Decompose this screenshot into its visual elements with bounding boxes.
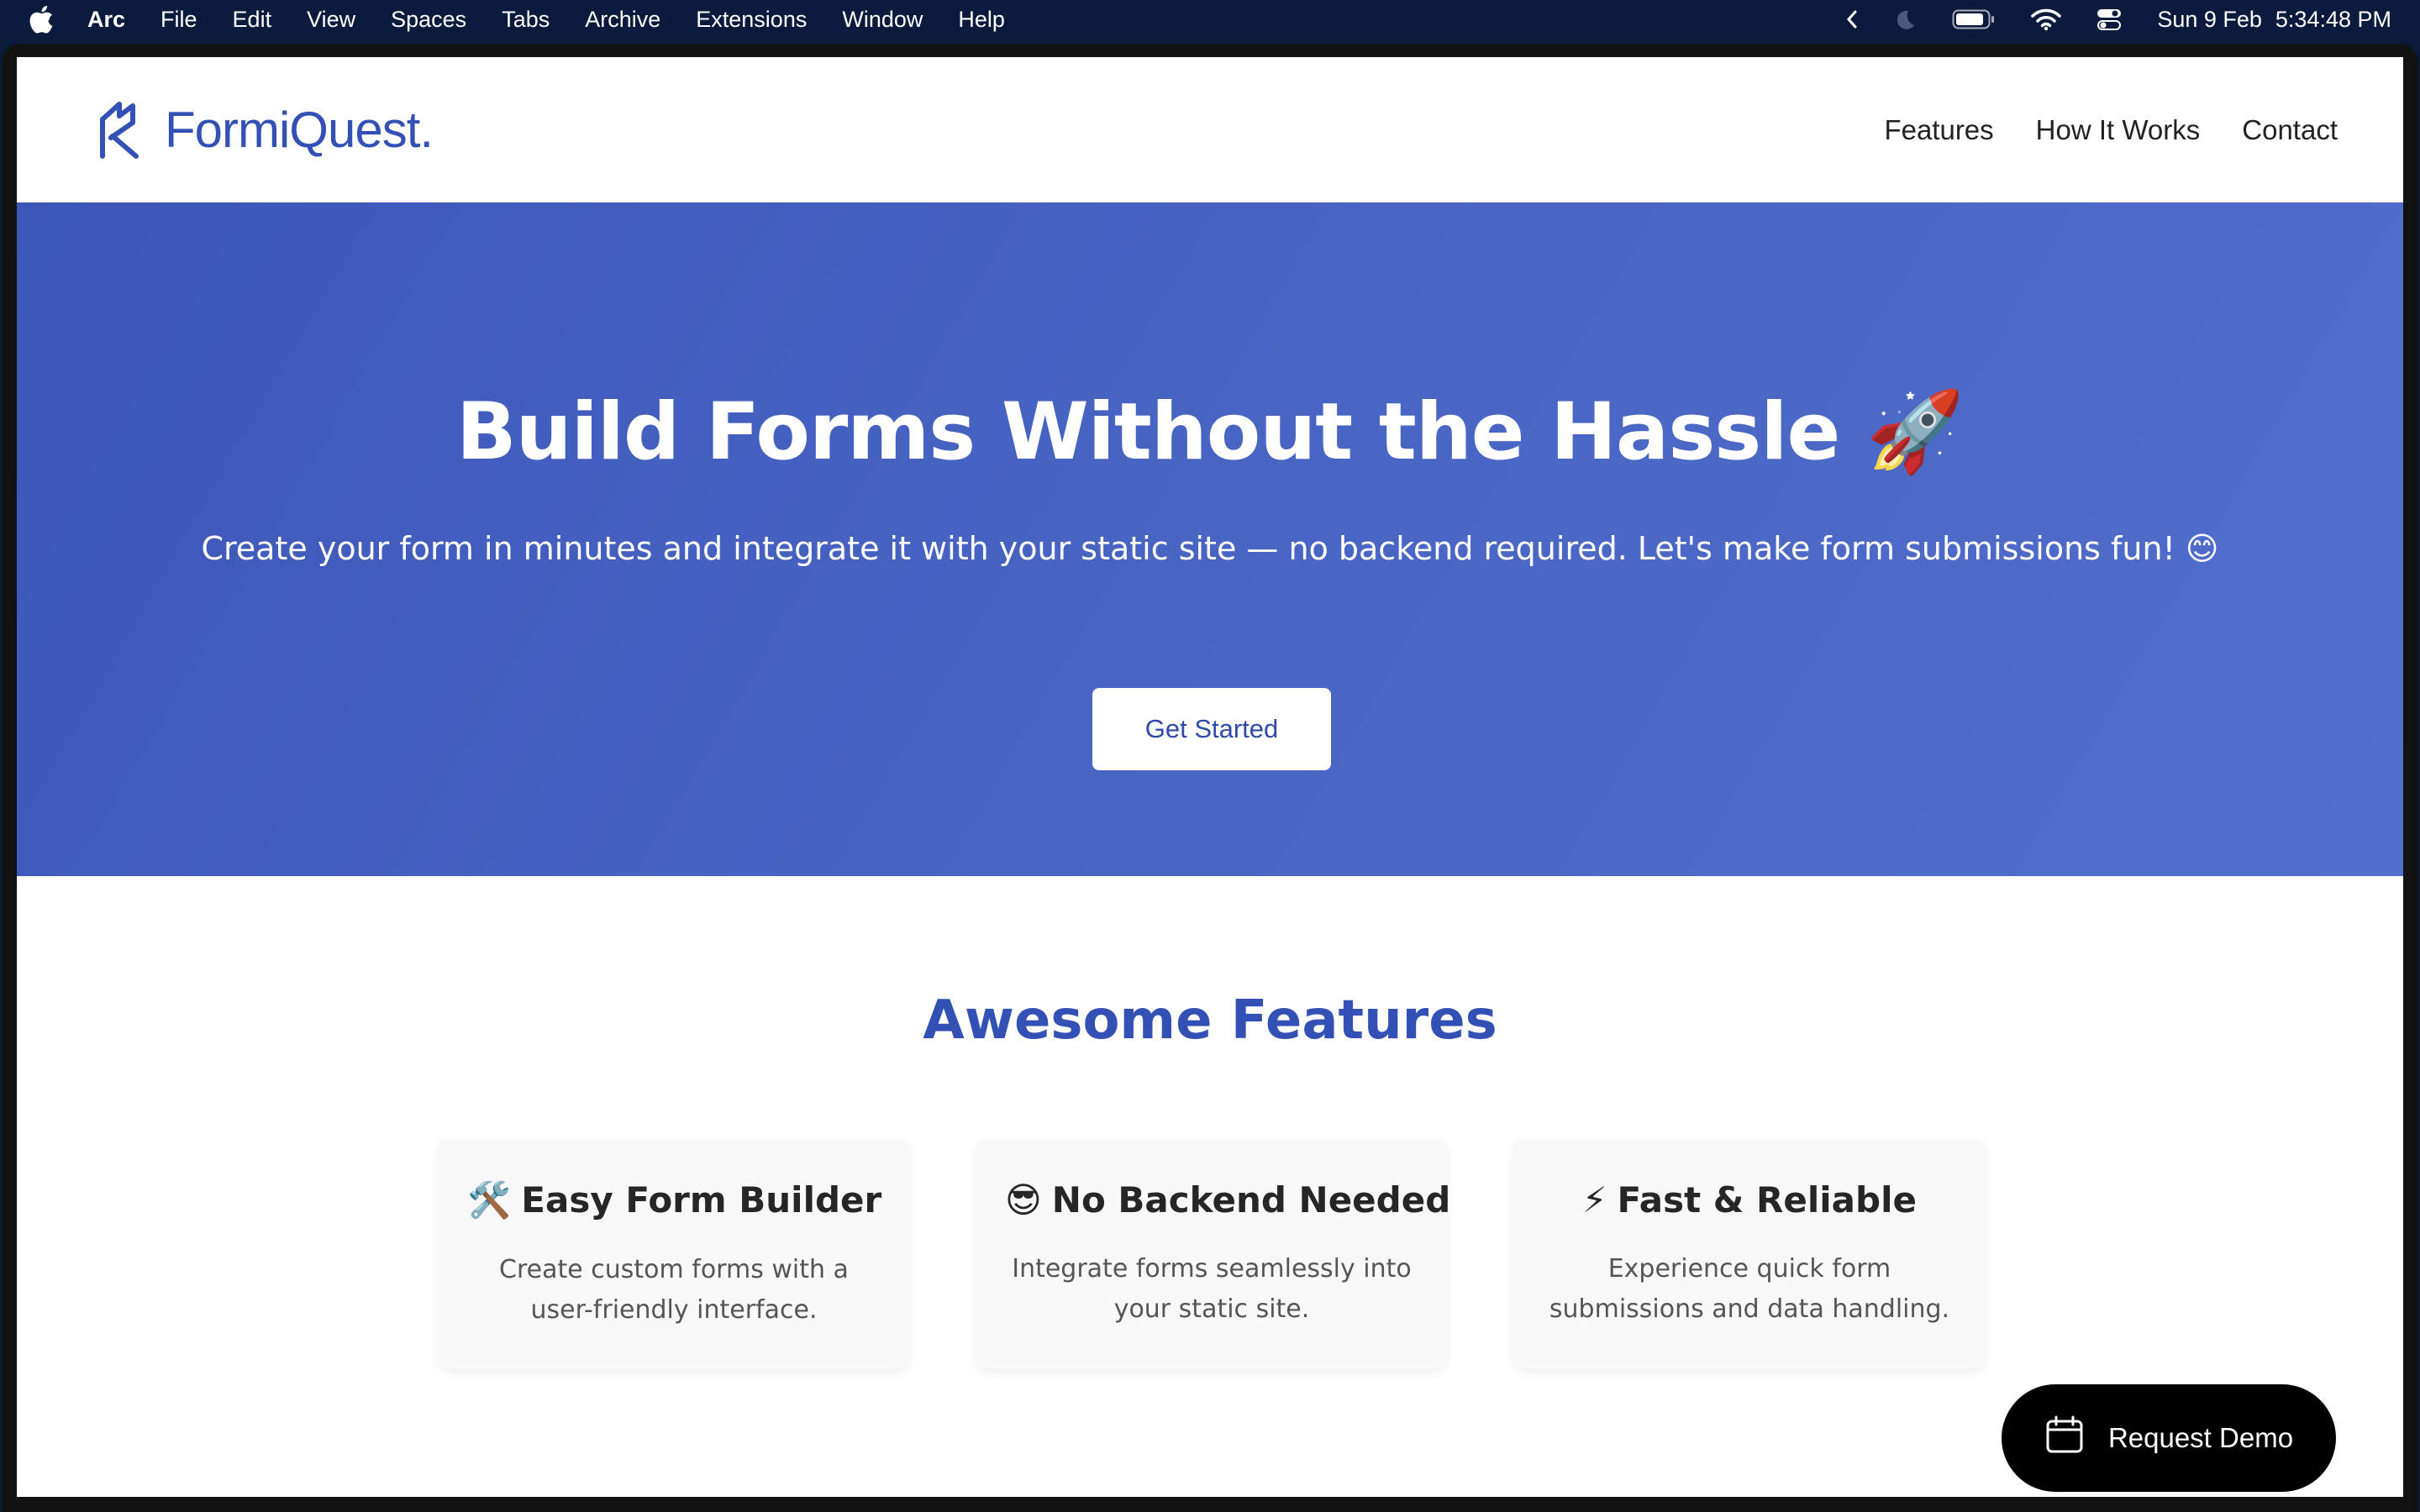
menu-window[interactable]: Window xyxy=(842,7,923,33)
hero-title: Build Forms Without the Hassle 🚀 xyxy=(456,386,1965,478)
nav-features[interactable]: Features xyxy=(1884,114,1993,146)
menu-clock[interactable]: Sun 9 Feb 5:34:48 PM xyxy=(2157,7,2391,33)
feature-card-description: Create custom forms with a user-friendly… xyxy=(499,1255,849,1325)
nav-how-it-works[interactable]: How It Works xyxy=(2036,114,2201,146)
clock-time: 5:34:48 PM xyxy=(2275,6,2391,32)
menu-archive[interactable]: Archive xyxy=(585,7,660,33)
feature-card-description: Integrate forms seamlessly into your sta… xyxy=(1012,1254,1412,1324)
feature-card-easy-form-builder: 🛠️ Easy Form Builder Create custom forms … xyxy=(439,1139,909,1369)
tools-icon: 🛠️ xyxy=(467,1179,512,1221)
menu-bar: Arc File Edit View Spaces Tabs Archive E… xyxy=(0,0,2420,39)
menu-app-arc[interactable]: Arc xyxy=(87,7,125,33)
site-logo[interactable]: FormiQuest. xyxy=(94,97,434,163)
control-center-icon[interactable] xyxy=(2096,8,2122,31)
feature-card-no-backend: 😎 No Backend Needed Integrate forms seaml… xyxy=(976,1139,1451,1369)
nav-contact[interactable]: Contact xyxy=(2242,114,2338,146)
menu-edit[interactable]: Edit xyxy=(233,7,272,33)
battery-icon[interactable] xyxy=(1952,8,1996,30)
clock-date: Sun 9 Feb xyxy=(2157,6,2262,32)
chevron-left-icon[interactable] xyxy=(1846,9,1858,29)
feature-card-title: 😎 No Backend Needed xyxy=(1005,1179,1451,1221)
apple-logo-icon[interactable] xyxy=(29,5,54,34)
menu-file[interactable]: File xyxy=(160,7,197,33)
feature-card-title: 🛠️ Easy Form Builder xyxy=(467,1179,882,1221)
menu-tabs[interactable]: Tabs xyxy=(502,7,550,33)
menu-help[interactable]: Help xyxy=(958,7,1005,33)
features-title: Awesome Features xyxy=(923,990,1497,1052)
sunglasses-face-icon: 😎 xyxy=(1005,1179,1042,1221)
web-page: FormiQuest. Features How It Works Contac… xyxy=(17,57,2403,1497)
feature-card-description: Experience quick form submissions and da… xyxy=(1549,1254,1950,1324)
menu-extensions[interactable]: Extensions xyxy=(696,7,807,33)
browser-window: FormiQuest. Features How It Works Contac… xyxy=(2,44,2418,1512)
hero-subtitle: Create your form in minutes and integrat… xyxy=(201,530,2219,567)
calendar-icon xyxy=(2044,1415,2085,1462)
main-nav: Features How It Works Contact xyxy=(1884,114,2338,146)
site-header: FormiQuest. Features How It Works Contac… xyxy=(17,57,2403,202)
request-demo-button[interactable]: Request Demo xyxy=(2002,1384,2336,1492)
menu-spaces[interactable]: Spaces xyxy=(391,7,466,33)
menu-view[interactable]: View xyxy=(307,7,355,33)
hero-section: Build Forms Without the Hassle 🚀 Create … xyxy=(17,202,2403,876)
request-demo-label: Request Demo xyxy=(2107,1422,2294,1453)
feature-card-fast-reliable: ⚡ Fast & Reliable Experience quick form s… xyxy=(1514,1139,1985,1369)
wifi-icon[interactable] xyxy=(2031,8,2062,31)
get-started-button[interactable]: Get Started xyxy=(1092,688,1331,770)
feature-card-title: ⚡ Fast & Reliable xyxy=(1582,1179,1917,1221)
moon-icon[interactable] xyxy=(1893,8,1917,31)
lightning-icon: ⚡ xyxy=(1582,1179,1607,1221)
formiquest-logo-icon xyxy=(94,97,145,163)
logo-text: FormiQuest. xyxy=(165,102,434,158)
